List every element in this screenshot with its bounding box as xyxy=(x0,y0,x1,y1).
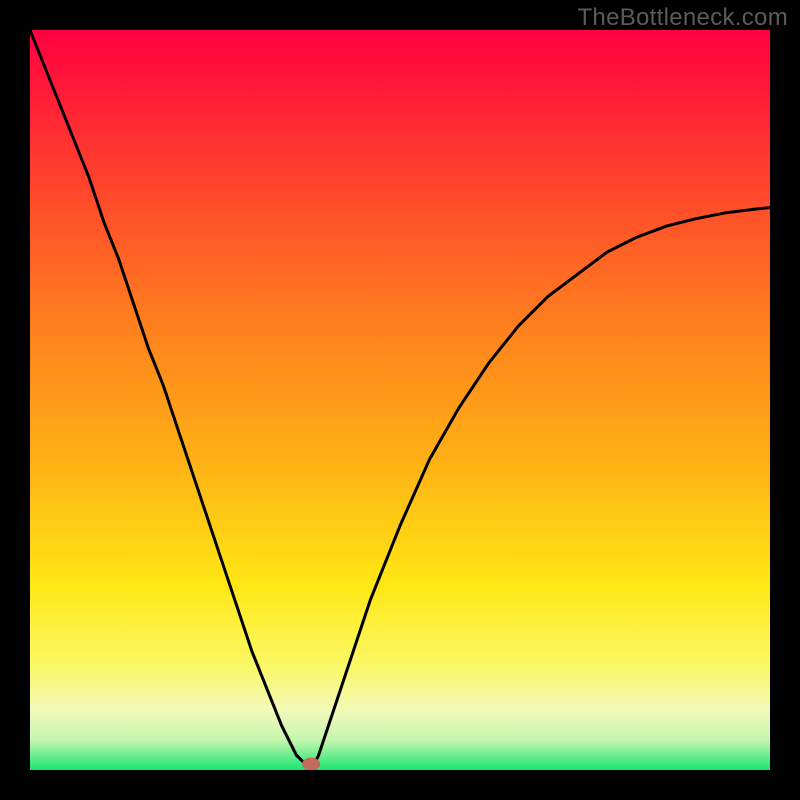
bottleneck-chart-svg xyxy=(30,30,770,770)
watermark-text: TheBottleneck.com xyxy=(577,4,788,32)
gradient-background xyxy=(30,30,770,770)
optimal-point-marker xyxy=(302,758,320,770)
plot-area xyxy=(30,30,770,770)
chart-frame: TheBottleneck.com xyxy=(0,0,800,800)
